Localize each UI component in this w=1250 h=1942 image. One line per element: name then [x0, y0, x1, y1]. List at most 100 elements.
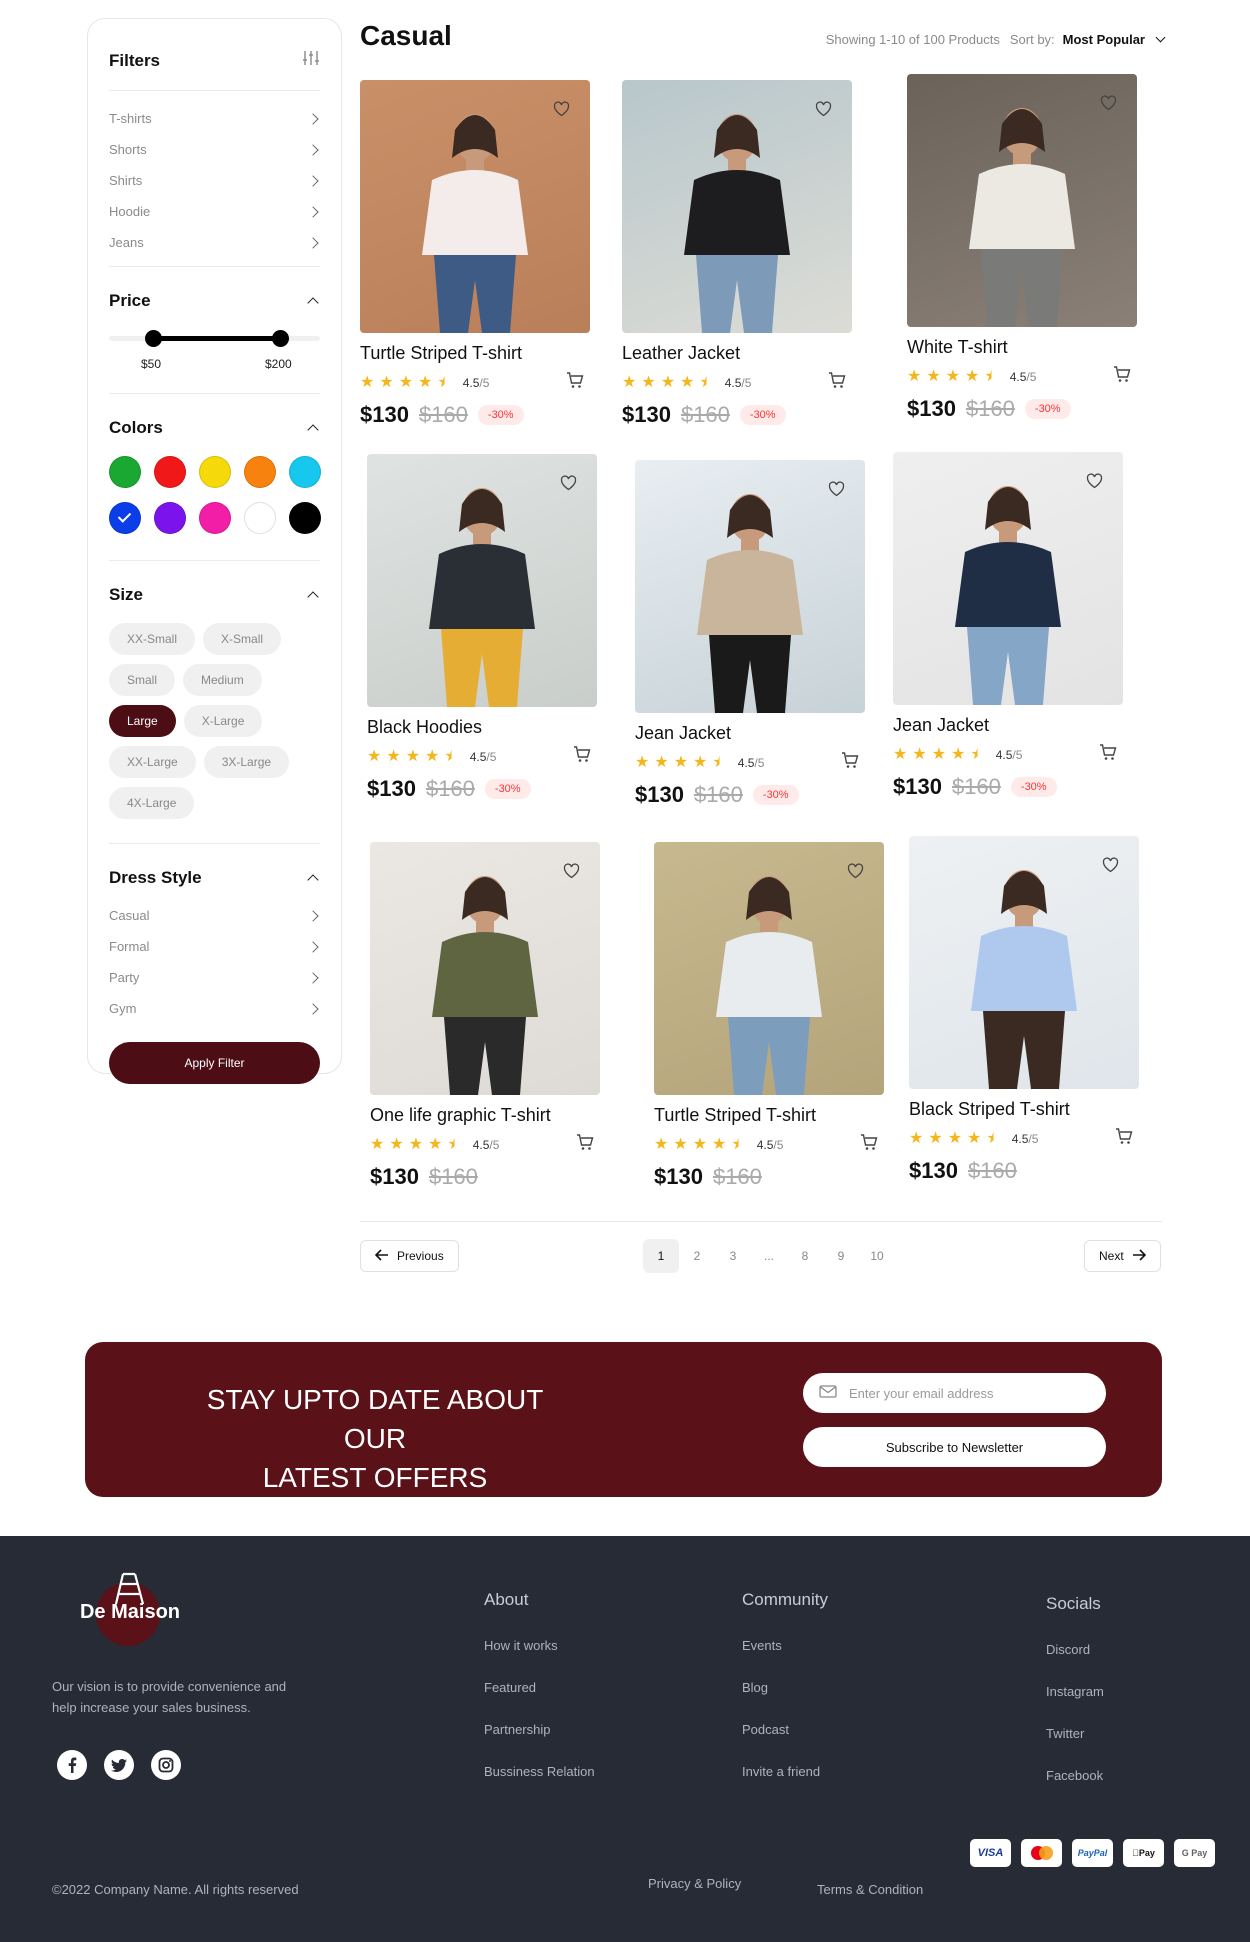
- product-image[interactable]: [622, 80, 852, 333]
- category-item-tshirts[interactable]: T-shirts: [109, 103, 320, 134]
- product-card[interactable]: One life graphic T-shirt ★ ★ ★ ★ ★ 4.5/5…: [370, 842, 600, 1190]
- category-item-shirts[interactable]: Shirts: [109, 165, 320, 196]
- cart-icon[interactable]: [566, 372, 584, 394]
- page-number[interactable]: 10: [859, 1239, 895, 1273]
- size-chip[interactable]: X-Small: [203, 623, 282, 655]
- page-number[interactable]: 9: [823, 1239, 859, 1273]
- size-chip[interactable]: XX-Large: [109, 746, 196, 778]
- footer-link[interactable]: Featured: [484, 1680, 595, 1722]
- cart-icon[interactable]: [573, 746, 591, 768]
- cart-icon[interactable]: [1115, 1128, 1133, 1150]
- product-image[interactable]: [635, 460, 865, 713]
- product-card[interactable]: Jean Jacket ★ ★ ★ ★ ★ 4.5/5 $130 $160 -3…: [635, 460, 865, 808]
- page-number[interactable]: 3: [715, 1239, 751, 1273]
- twitter-icon[interactable]: [104, 1750, 134, 1780]
- chevron-down-icon[interactable]: [1155, 32, 1166, 43]
- product-name[interactable]: Jean Jacket: [893, 715, 1123, 736]
- heart-icon[interactable]: [1100, 95, 1117, 116]
- footer-link[interactable]: Bussiness Relation: [484, 1764, 595, 1806]
- product-card[interactable]: Black Hoodies ★ ★ ★ ★ ★ 4.5/5 $130 $160 …: [367, 454, 597, 802]
- privacy-policy-link[interactable]: Privacy & Policy: [648, 1876, 741, 1891]
- cart-icon[interactable]: [860, 1134, 878, 1156]
- colors-header[interactable]: Colors: [109, 412, 320, 444]
- product-name[interactable]: Turtle Striped T-shirt: [360, 343, 590, 364]
- cart-icon[interactable]: [576, 1134, 594, 1156]
- product-card[interactable]: Turtle Striped T-shirt ★ ★ ★ ★ ★ 4.5/5 $…: [360, 80, 590, 428]
- facebook-icon[interactable]: [57, 1750, 87, 1780]
- heart-icon[interactable]: [828, 481, 845, 502]
- dress-style-item-party[interactable]: Party: [109, 962, 320, 993]
- color-swatch[interactable]: [199, 502, 231, 534]
- terms-link[interactable]: Terms & Condition: [817, 1882, 923, 1897]
- product-image[interactable]: [909, 836, 1139, 1089]
- color-swatch[interactable]: [289, 502, 321, 534]
- product-card[interactable]: White T-shirt ★ ★ ★ ★ ★ 4.5/5 $130 $160 …: [907, 74, 1137, 422]
- color-swatch[interactable]: [154, 502, 186, 534]
- product-card[interactable]: Turtle Striped T-shirt ★ ★ ★ ★ ★ 4.5/5 $…: [654, 842, 884, 1190]
- email-field[interactable]: Enter your email address: [803, 1373, 1106, 1413]
- sort-dropdown[interactable]: Most Popular: [1063, 32, 1145, 47]
- footer-link[interactable]: Blog: [742, 1680, 828, 1722]
- subscribe-button[interactable]: Subscribe to Newsletter: [803, 1427, 1106, 1467]
- size-chip[interactable]: 3X-Large: [203, 746, 290, 778]
- cart-icon[interactable]: [828, 372, 846, 394]
- dress-style-item-casual[interactable]: Casual: [109, 900, 320, 931]
- next-button[interactable]: Next: [1084, 1240, 1161, 1272]
- size-chip[interactable]: Medium: [183, 664, 262, 696]
- cart-icon[interactable]: [1113, 366, 1131, 388]
- heart-icon[interactable]: [563, 863, 580, 884]
- product-image[interactable]: [893, 452, 1123, 705]
- previous-button[interactable]: Previous: [360, 1240, 459, 1272]
- product-name[interactable]: White T-shirt: [907, 337, 1137, 358]
- heart-icon[interactable]: [553, 101, 570, 122]
- product-name[interactable]: Turtle Striped T-shirt: [654, 1105, 884, 1126]
- dress-style-header[interactable]: Dress Style: [109, 862, 320, 894]
- instagram-icon[interactable]: [151, 1750, 181, 1780]
- color-swatch[interactable]: [109, 456, 141, 488]
- product-card[interactable]: Leather Jacket ★ ★ ★ ★ ★ 4.5/5 $130 $160…: [622, 80, 852, 428]
- color-swatch[interactable]: [154, 456, 186, 488]
- cart-icon[interactable]: [841, 752, 859, 774]
- product-card[interactable]: Jean Jacket ★ ★ ★ ★ ★ 4.5/5 $130 $160 -3…: [893, 452, 1123, 800]
- category-item-jeans[interactable]: Jeans: [109, 227, 320, 258]
- product-card[interactable]: Black Striped T-shirt ★ ★ ★ ★ ★ 4.5/5 $1…: [909, 836, 1139, 1184]
- category-item-shorts[interactable]: Shorts: [109, 134, 320, 165]
- footer-link[interactable]: Discord: [1046, 1642, 1104, 1684]
- product-name[interactable]: Leather Jacket: [622, 343, 852, 364]
- footer-link[interactable]: How it works: [484, 1638, 595, 1680]
- apply-filter-button[interactable]: Apply Filter: [109, 1042, 320, 1084]
- product-name[interactable]: Black Striped T-shirt: [909, 1099, 1139, 1120]
- size-chip[interactable]: X-Large: [183, 705, 263, 737]
- page-number[interactable]: 8: [787, 1239, 823, 1273]
- cart-icon[interactable]: [1099, 744, 1117, 766]
- slider-max-handle[interactable]: [272, 330, 289, 347]
- footer-link[interactable]: Twitter: [1046, 1726, 1104, 1768]
- footer-link[interactable]: Events: [742, 1638, 828, 1680]
- heart-icon[interactable]: [560, 475, 577, 496]
- dress-style-item-gym[interactable]: Gym: [109, 993, 320, 1024]
- size-header[interactable]: Size: [109, 579, 320, 611]
- product-image[interactable]: [654, 842, 884, 1095]
- footer-link[interactable]: Instagram: [1046, 1684, 1104, 1726]
- filter-settings-icon[interactable]: [302, 49, 320, 72]
- footer-link[interactable]: Facebook: [1046, 1768, 1104, 1810]
- footer-link[interactable]: Invite a friend: [742, 1764, 828, 1806]
- product-image[interactable]: [360, 80, 590, 333]
- page-number-current[interactable]: 1: [643, 1239, 679, 1273]
- color-swatch[interactable]: [109, 502, 141, 534]
- color-swatch[interactable]: [199, 456, 231, 488]
- page-number[interactable]: 2: [679, 1239, 715, 1273]
- color-swatch[interactable]: [289, 456, 321, 488]
- heart-icon[interactable]: [1102, 857, 1119, 878]
- color-swatch[interactable]: [244, 456, 276, 488]
- product-image[interactable]: [370, 842, 600, 1095]
- product-name[interactable]: One life graphic T-shirt: [370, 1105, 600, 1126]
- dress-style-item-formal[interactable]: Formal: [109, 931, 320, 962]
- product-image[interactable]: [907, 74, 1137, 327]
- product-name[interactable]: Black Hoodies: [367, 717, 597, 738]
- size-chip[interactable]: 4X-Large: [109, 787, 195, 819]
- size-chip-selected[interactable]: Large: [109, 705, 176, 737]
- heart-icon[interactable]: [847, 863, 864, 884]
- footer-link[interactable]: Partnership: [484, 1722, 595, 1764]
- size-chip[interactable]: XX-Small: [109, 623, 196, 655]
